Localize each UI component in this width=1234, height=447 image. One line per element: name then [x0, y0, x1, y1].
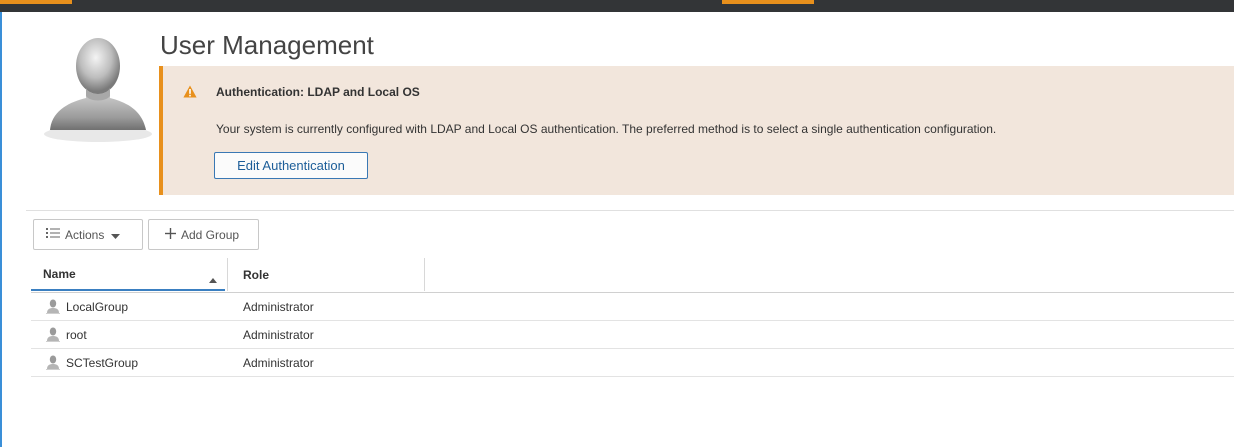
warning-icon [183, 85, 197, 98]
user-icon [46, 355, 60, 370]
top-bar-accent-left [0, 0, 72, 4]
column-header-name[interactable]: Name [31, 258, 225, 291]
user-management-app: User Management Authentication: LDAP and… [0, 0, 1234, 447]
top-bar [0, 0, 1234, 12]
sort-ascending-icon [209, 272, 217, 286]
toolbar: Actions Add Group [26, 210, 1234, 258]
user-avatar-icon [36, 26, 156, 146]
row-name: SCTestGroup [66, 355, 139, 370]
actions-menu-button[interactable]: Actions [33, 219, 143, 250]
table-row[interactable]: root Administrator [31, 321, 1234, 349]
row-name-cell: SCTestGroup [46, 349, 138, 376]
row-name: root [66, 327, 87, 342]
top-bar-accent-active [722, 0, 814, 4]
table-row[interactable]: LocalGroup Administrator [31, 293, 1234, 321]
row-name: LocalGroup [66, 299, 129, 314]
row-role: Administrator [243, 355, 314, 370]
groups-table: Name Role LocalGroup Administrator root … [31, 258, 1234, 377]
plus-icon [165, 227, 176, 242]
table-row[interactable]: SCTestGroup Administrator [31, 349, 1234, 377]
row-name-cell: LocalGroup [46, 293, 128, 320]
actions-label: Actions [65, 227, 105, 242]
edit-authentication-button[interactable]: Edit Authentication [214, 152, 368, 179]
column-header-role[interactable]: Role [227, 258, 425, 291]
row-role: Administrator [243, 299, 314, 314]
alert-message: Your system is currently configured with… [216, 122, 997, 136]
column-name-label: Name [43, 266, 76, 281]
user-icon [46, 299, 60, 314]
authentication-alert: Authentication: LDAP and Local OS Your s… [159, 66, 1234, 195]
table-header: Name Role [31, 258, 1234, 293]
list-icon [46, 227, 60, 242]
add-group-button[interactable]: Add Group [148, 219, 259, 250]
alert-title: Authentication: LDAP and Local OS [216, 85, 420, 99]
user-icon [46, 327, 60, 342]
left-edge-rule [0, 12, 2, 447]
row-role: Administrator [243, 327, 314, 342]
add-group-label: Add Group [181, 227, 240, 242]
page-title: User Management [160, 30, 374, 60]
row-name-cell: root [46, 321, 87, 348]
column-role-label: Role [243, 267, 270, 282]
caret-down-icon [111, 228, 121, 242]
